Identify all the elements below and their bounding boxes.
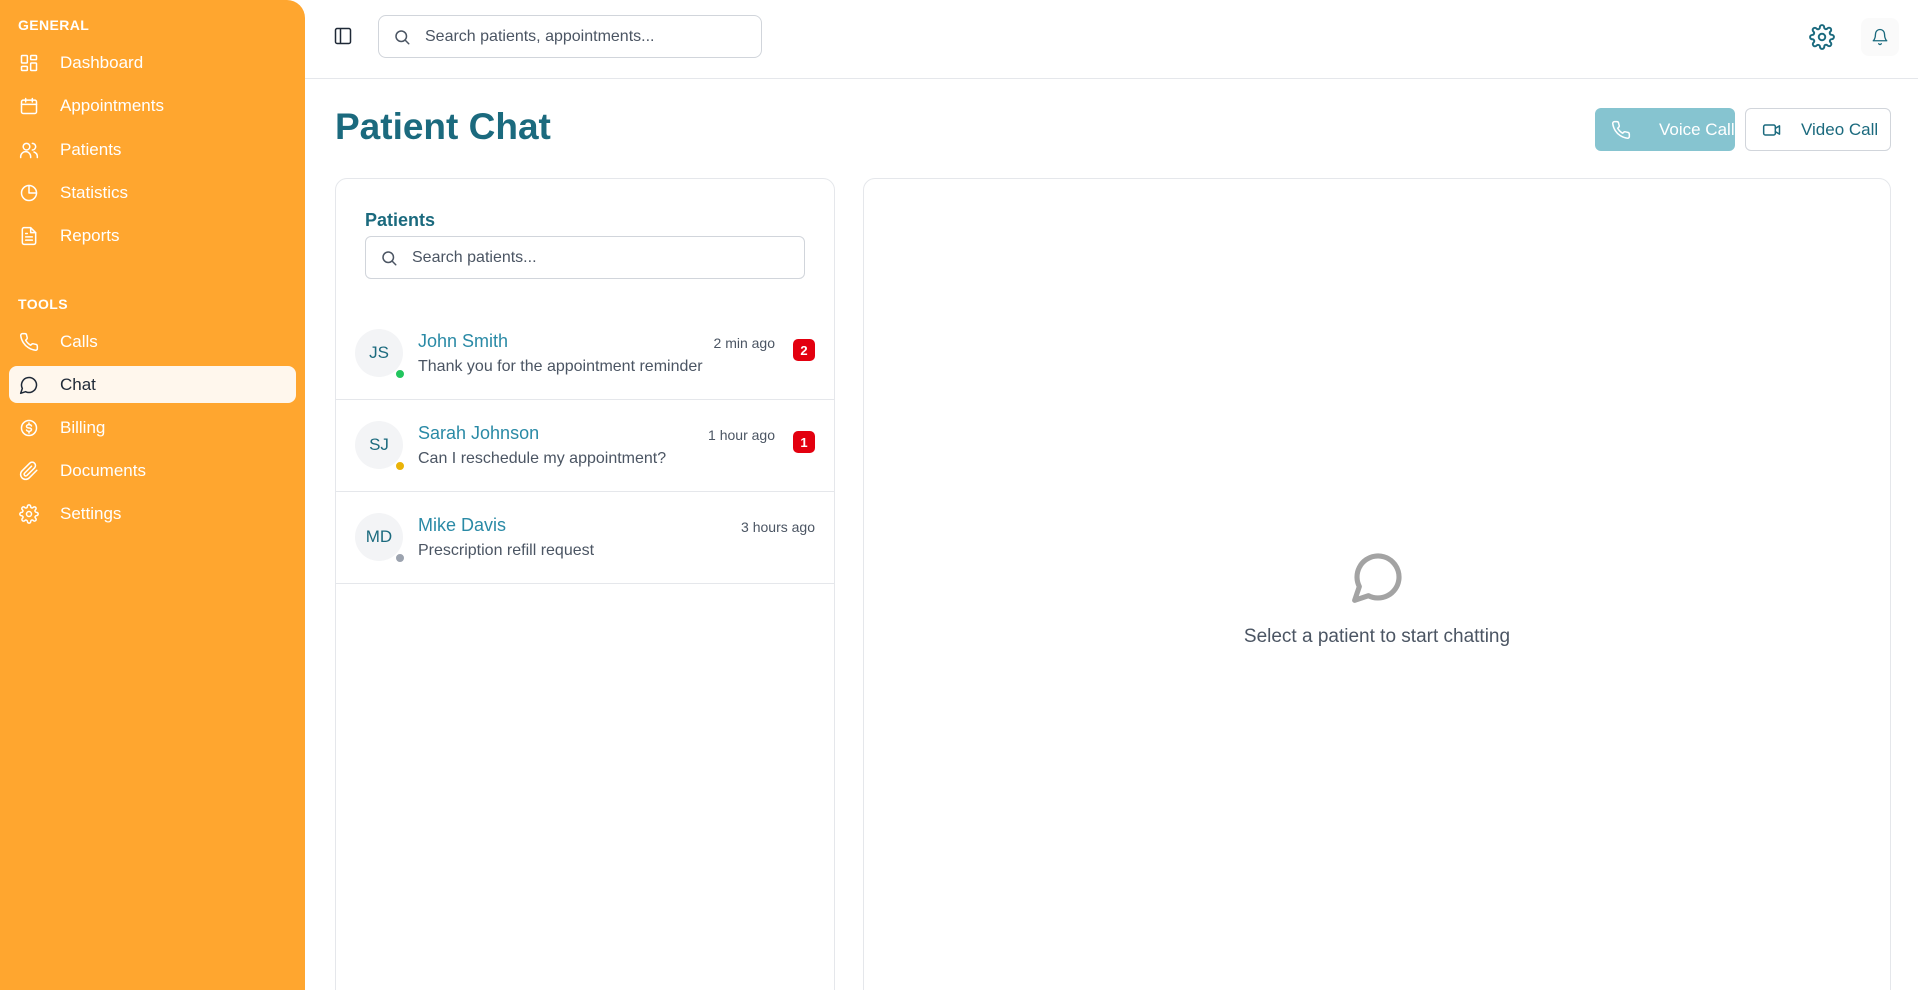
message-circle-icon (18, 374, 40, 396)
patients-heading: Patients (365, 210, 436, 230)
gear-icon (1809, 24, 1835, 50)
sidebar-item-chat[interactable]: Chat (9, 366, 296, 403)
last-message: Prescription refill request (418, 542, 595, 559)
message-time: 1 hour ago (708, 427, 775, 443)
unread-badge: 1 (793, 431, 815, 453)
search-icon (395, 29, 410, 44)
patients-panel: Patients JS John Smith 2 min ago Thank y… (335, 178, 835, 990)
patient-row-mike-davis[interactable]: MD Mike Davis 3 hours ago Prescription r… (336, 492, 834, 584)
sidebar-item-label: Appointments (60, 95, 164, 115)
message-time: 3 hours ago (741, 519, 815, 535)
sidebar-item-settings[interactable]: Settings (9, 495, 296, 532)
patient-row-john-smith[interactable]: JS John Smith 2 min ago Thank you for th… (336, 308, 834, 400)
patient-name: John Smith (418, 331, 509, 351)
sidebar-item-label: Dashboard (60, 52, 144, 72)
sidebar-item-billing[interactable]: Billing (9, 409, 296, 446)
dashboard-icon (18, 52, 40, 74)
message-circle-icon (1350, 549, 1406, 605)
sidebar-item-label: Calls (60, 331, 98, 351)
pie-chart-icon (18, 182, 40, 204)
sidebar-item-appointments[interactable]: Appointments (9, 87, 296, 124)
page-title: Patient Chat (335, 106, 551, 147)
sidebar: GENERAL Dashboard Appointments Patients … (0, 0, 305, 990)
calendar-icon (18, 95, 40, 117)
sidebar-item-label: Billing (60, 417, 106, 437)
message-time: 2 min ago (713, 335, 775, 351)
notifications-button[interactable] (1861, 18, 1899, 56)
chat-panel: Select a patient to start chatting (863, 178, 1891, 990)
online-status-dot (395, 369, 405, 379)
sidebar-item-dashboard[interactable]: Dashboard (9, 44, 296, 81)
panel-left-icon (334, 27, 352, 45)
away-status-dot (395, 461, 405, 471)
file-text-icon (18, 225, 40, 247)
voice-call-label: Voice Call (1659, 119, 1735, 139)
sidebar-item-label: Chat (60, 374, 96, 394)
patient-search (365, 236, 805, 279)
sidebar-item-label: Reports (60, 225, 120, 245)
offline-status-dot (395, 553, 405, 563)
sidebar-item-label: Patients (60, 139, 122, 159)
video-call-label: Video Call (1801, 119, 1879, 139)
section-label-tools: TOOLS (18, 296, 68, 312)
patient-row-sarah-johnson[interactable]: SJ Sarah Johnson 1 hour ago Can I resche… (336, 400, 834, 492)
sidebar-item-patients[interactable]: Patients (9, 131, 296, 168)
sidebar-item-label: Statistics (60, 182, 129, 202)
voice-call-button[interactable]: Voice Call (1595, 108, 1735, 151)
users-icon (18, 139, 40, 161)
sidebar-item-statistics[interactable]: Statistics (9, 174, 296, 211)
section-label-general: GENERAL (18, 17, 90, 33)
sidebar-item-documents[interactable]: Documents (9, 452, 296, 489)
sidebar-toggle-button[interactable] (331, 24, 355, 48)
video-call-button[interactable]: Video Call (1745, 108, 1891, 151)
bell-icon (1872, 28, 1888, 46)
sidebar-item-label: Settings (60, 503, 122, 523)
top-bar (305, 0, 1918, 79)
gear-icon (18, 503, 40, 525)
unread-badge: 2 (793, 339, 815, 361)
empty-chat-message: Select a patient to start chatting (1243, 626, 1511, 647)
sidebar-item-label: Documents (60, 460, 146, 480)
search-icon (382, 250, 397, 265)
patient-search-input[interactable] (412, 248, 712, 267)
patient-list: JS John Smith 2 min ago Thank you for th… (336, 308, 834, 584)
phone-icon (18, 331, 40, 353)
settings-button[interactable] (1807, 22, 1837, 52)
last-message: Thank you for the appointment reminder (418, 358, 703, 375)
phone-icon (1612, 120, 1631, 139)
paperclip-icon (18, 460, 40, 482)
global-search (378, 15, 762, 58)
sidebar-item-calls[interactable]: Calls (9, 323, 296, 360)
dollar-circle-icon (18, 417, 40, 439)
sidebar-item-reports[interactable]: Reports (9, 217, 296, 254)
patient-name: Sarah Johnson (418, 423, 540, 443)
last-message: Can I reschedule my appointment? (418, 450, 667, 467)
patient-name: Mike Davis (418, 515, 507, 535)
video-icon (1762, 123, 1781, 136)
global-search-input[interactable] (425, 27, 725, 46)
